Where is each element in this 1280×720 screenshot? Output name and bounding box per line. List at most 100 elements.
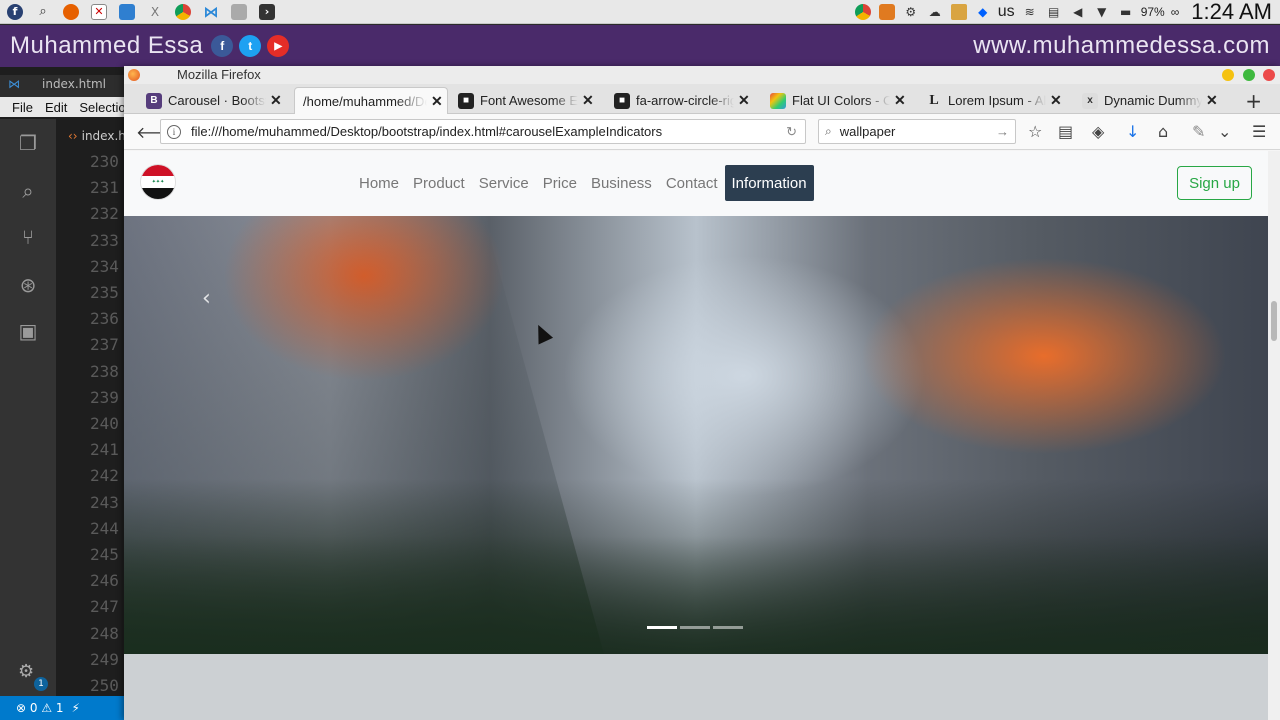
x-app-launcher-icon[interactable]: X: [142, 1, 168, 23]
chevron-down-icon[interactable]: ▼: [1093, 3, 1111, 21]
lorem-ipsum-favicon-icon: L: [929, 92, 939, 108]
editor-code-area[interactable]: ‹›index.html 230 231 232 233 234 235 236…: [56, 119, 124, 699]
maximize-button[interactable]: [1243, 69, 1255, 81]
tab-strip: B Carousel · Bootstrap ✕ /home/muhammed/…: [124, 84, 1280, 114]
settings-gear-icon[interactable]: ⚙ 1: [18, 661, 48, 691]
download-icon[interactable]: ↓: [1126, 122, 1139, 141]
firefox-icon: [128, 69, 140, 81]
overflow-chevron-icon[interactable]: ⌄: [1218, 122, 1231, 141]
editor-window-tab[interactable]: ⋈ index.html: [8, 77, 106, 91]
image-viewer-launcher-icon[interactable]: [226, 1, 252, 23]
vscode-launcher-icon[interactable]: ⋈: [198, 1, 224, 23]
signup-button[interactable]: Sign up: [1177, 166, 1252, 200]
editor-file-tab[interactable]: ‹›index.html: [68, 129, 124, 143]
carousel-indicator[interactable]: [647, 626, 677, 629]
flat-ui-favicon-icon: [770, 92, 786, 109]
carousel-slide-overlay: [124, 536, 1268, 654]
firefox-launcher-icon[interactable]: [58, 1, 84, 23]
tab-fa-arrow[interactable]: ■ fa-arrow-circle-right ✕: [614, 87, 750, 114]
nav-information[interactable]: Information: [724, 165, 814, 201]
close-tab-icon[interactable]: ✕: [894, 92, 906, 109]
app-tray-icon[interactable]: [878, 3, 896, 21]
info-icon[interactable]: i: [167, 124, 181, 139]
search-icon[interactable]: ⌕: [30, 1, 56, 23]
carousel-prev-icon[interactable]: ‹: [202, 286, 211, 311]
extensions-icon[interactable]: ▣: [16, 319, 40, 343]
reading-list-icon[interactable]: ▤: [1058, 122, 1073, 141]
bookmark-star-icon[interactable]: ☆: [1028, 122, 1042, 141]
files-launcher-icon[interactable]: [114, 1, 140, 23]
console-launcher-icon[interactable]: ›: [254, 1, 280, 23]
pocket-icon[interactable]: ◈: [1092, 122, 1104, 141]
menu-edit[interactable]: Edit: [45, 100, 67, 115]
firefox-window: Mozilla Firefox B Carousel · Bootstrap ✕…: [124, 66, 1280, 720]
tab-local-file[interactable]: /home/muhammed/Desktop ✕: [294, 87, 448, 114]
mouse-cursor-icon: [530, 321, 554, 345]
close-tab-icon[interactable]: ✕: [431, 93, 443, 110]
go-arrow-icon[interactable]: →: [996, 124, 1009, 139]
hamburger-menu-icon[interactable]: ☰: [1252, 122, 1266, 141]
url-bar[interactable]: i file:///home/muhammed/Desktop/bootstra…: [160, 119, 806, 144]
iraq-flag-logo[interactable]: ✦✦✦: [141, 165, 175, 199]
social-icons: f t ▶: [211, 35, 290, 57]
carousel-indicator[interactable]: [713, 626, 743, 629]
volume-icon[interactable]: ◀: [1069, 3, 1087, 21]
nav-home[interactable]: Home: [352, 165, 406, 201]
tab-flat-ui-colors[interactable]: Flat UI Colors - Co ✕: [770, 87, 906, 114]
explorer-icon[interactable]: ❐: [16, 131, 40, 155]
tab-dynamic-dummy[interactable]: x Dynamic Dummy I ✕: [1082, 87, 1218, 114]
search-icon[interactable]: ⌕: [16, 179, 40, 203]
page-scrollbar[interactable]: [1268, 151, 1280, 720]
terminal-launcher-icon[interactable]: ✕: [86, 1, 112, 23]
new-tab-icon[interactable]: +: [1245, 89, 1262, 113]
search-icon: ⌕: [825, 124, 832, 138]
dropbox-tray-icon[interactable]: ◆: [974, 3, 992, 21]
nav-service[interactable]: Service: [472, 165, 536, 201]
clock[interactable]: 1:24 AM: [1191, 0, 1272, 25]
tab-carousel-bootstrap[interactable]: B Carousel · Bootstrap ✕: [146, 87, 282, 114]
close-tab-icon[interactable]: ✕: [1206, 92, 1218, 109]
site-navbar: ✦✦✦ Home Product Service Price Business …: [124, 151, 1268, 216]
html-file-icon: ‹›: [68, 129, 78, 143]
hero-carousel[interactable]: ‹: [124, 216, 1268, 654]
clipboard-icon[interactable]: ▤: [1045, 3, 1063, 21]
code-editor-window: ⋈ index.html File Edit Selection ❐ ⌕ ⑂ ⊛ …: [0, 67, 133, 720]
lightning-icon[interactable]: ⚡: [72, 701, 80, 715]
search-text: wallpaper: [839, 124, 896, 139]
cloud-tray-icon[interactable]: ☁: [926, 3, 944, 21]
chrome-tray-icon[interactable]: [854, 3, 872, 21]
tab-lorem-ipsum[interactable]: L Lorem Ipsum - All ✕: [926, 87, 1062, 114]
chrome-launcher-icon[interactable]: [170, 1, 196, 23]
nav-business[interactable]: Business: [584, 165, 659, 201]
package-tray-icon[interactable]: [950, 3, 968, 21]
site-menu: Home Product Service Price Business Cont…: [352, 165, 814, 201]
minimize-button[interactable]: [1222, 69, 1234, 81]
wifi-icon[interactable]: ≋: [1021, 3, 1039, 21]
keyboard-layout-indicator[interactable]: us: [998, 3, 1015, 21]
extension-icon[interactable]: ✎: [1192, 122, 1205, 141]
search-bar[interactable]: ⌕ wallpaper →: [818, 119, 1016, 144]
nav-product[interactable]: Product: [406, 165, 472, 201]
activity-bar: ❐ ⌕ ⑂ ⊛ ▣: [0, 119, 56, 699]
fedora-menu-icon[interactable]: f: [2, 1, 28, 23]
error-count[interactable]: ⊗ 0 ⚠ 1: [16, 701, 64, 715]
close-tab-icon[interactable]: ✕: [738, 92, 750, 109]
firefox-title-bar: Mozilla Firefox: [124, 66, 1280, 84]
source-control-icon[interactable]: ⑂: [16, 225, 40, 249]
close-tab-icon[interactable]: ✕: [270, 92, 282, 109]
battery-icon[interactable]: ▬: [1117, 3, 1135, 21]
nav-contact[interactable]: Contact: [659, 165, 725, 201]
tab-font-awesome[interactable]: ■ Font Awesome Examples ✕: [458, 87, 594, 114]
nav-price[interactable]: Price: [536, 165, 584, 201]
close-tab-icon[interactable]: ✕: [1050, 92, 1062, 109]
update-tray-icon[interactable]: ⚙: [902, 3, 920, 21]
debug-icon[interactable]: ⊛: [16, 273, 40, 297]
carousel-indicator[interactable]: [680, 626, 710, 629]
close-button[interactable]: [1263, 69, 1275, 81]
close-tab-icon[interactable]: ✕: [582, 92, 594, 109]
scrollbar-thumb[interactable]: [1271, 301, 1277, 341]
reload-icon[interactable]: ↻: [786, 124, 797, 140]
home-icon[interactable]: ⌂: [1158, 122, 1168, 141]
menu-file[interactable]: File: [12, 100, 33, 115]
font-awesome-favicon-icon: ■: [614, 92, 630, 109]
